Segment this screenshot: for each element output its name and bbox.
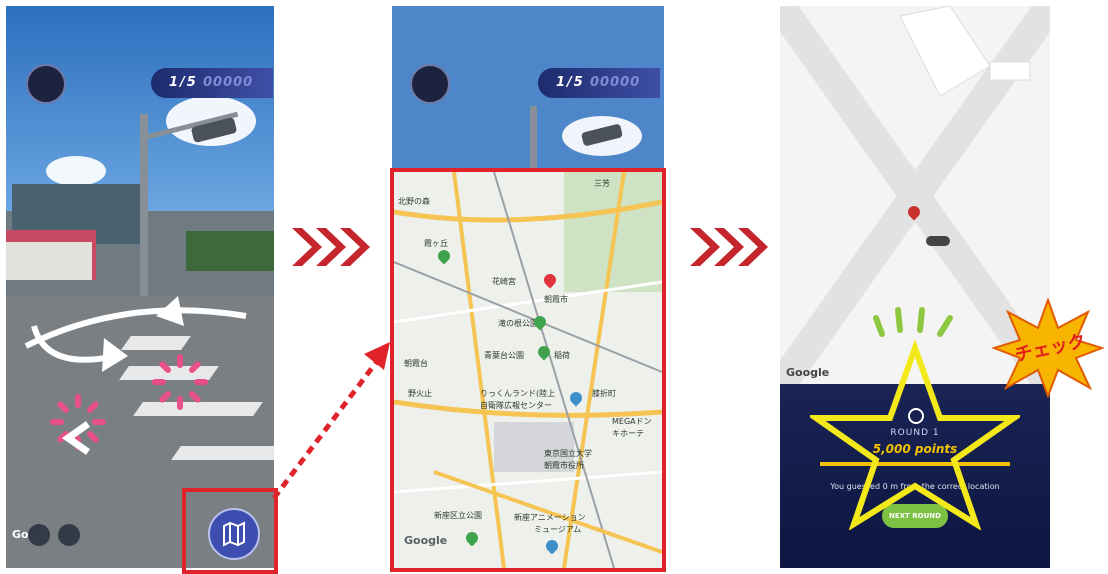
- compass-icon[interactable]: [410, 64, 450, 104]
- map-highlight: [390, 168, 666, 572]
- settings-icon[interactable]: [58, 524, 80, 546]
- trees: [186, 231, 274, 271]
- house-wall: [6, 242, 92, 280]
- parking-icon[interactable]: [28, 524, 50, 546]
- map-button[interactable]: [208, 508, 260, 560]
- star-highlight-icon: [810, 340, 1020, 530]
- score-display: 00000: [590, 75, 641, 90]
- sparkle-icon: [873, 307, 953, 337]
- chevron-left-icon[interactable]: [58, 418, 98, 458]
- map-icon: [223, 521, 245, 547]
- score-display: 00000: [203, 75, 254, 90]
- street-view-panel: 1/5 00000 Go: [6, 6, 274, 568]
- traffic-light-pole: [530, 106, 537, 172]
- tap-indicator: [140, 342, 220, 422]
- compass-icon[interactable]: [26, 64, 66, 104]
- round-hud: 1/5 00000: [151, 68, 273, 98]
- check-badge: チェック: [990, 297, 1106, 399]
- next-step-arrow: [292, 228, 370, 266]
- next-step-arrow: [690, 228, 768, 266]
- round-counter: 1/5: [169, 75, 198, 90]
- google-watermark: Go: [12, 528, 29, 541]
- round-counter: 1/5: [556, 75, 585, 90]
- round-hud: 1/5 00000: [538, 68, 660, 98]
- score-dots-icon: [926, 236, 950, 246]
- dotted-arrow: [272, 342, 390, 500]
- cloud: [46, 156, 106, 186]
- crosswalk-stripe: [171, 446, 274, 460]
